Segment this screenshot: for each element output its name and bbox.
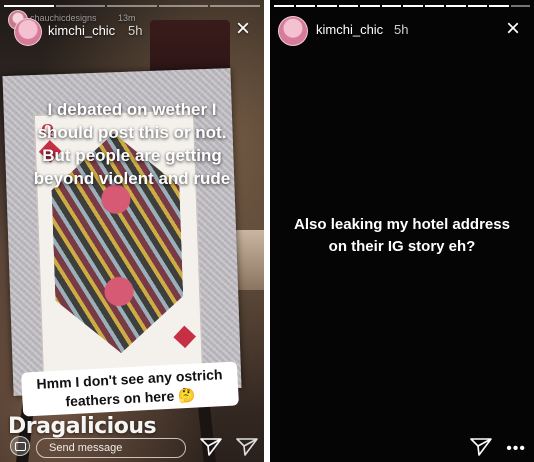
progress-segment [360, 5, 380, 7]
progress-segment [381, 5, 401, 7]
story-time-ago: 5h [128, 23, 143, 38]
camera-icon[interactable] [10, 436, 30, 456]
progress-segment [424, 5, 444, 7]
caption-line: But people are getting [42, 146, 222, 165]
avatar[interactable] [14, 18, 42, 46]
progress-segment [55, 5, 106, 7]
story-header: chauchicdesigns 13m kimchi_chic 5h × [8, 10, 256, 46]
progress-segment [467, 5, 487, 7]
close-icon[interactable]: × [504, 17, 522, 41]
progress-segment [158, 5, 209, 7]
more-icon[interactable]: ••• [506, 441, 526, 457]
progress-segment [489, 5, 509, 7]
send-icon[interactable] [236, 438, 258, 456]
story-right[interactable]: kimchi_chic 5h × Also leaking my hotel a… [270, 0, 534, 462]
shared-story-username[interactable]: chauchicdesigns [30, 13, 97, 23]
progress-segment [4, 5, 54, 7]
story-text: Also leaking my hotel address on their I… [270, 214, 534, 258]
progress-segment [446, 5, 466, 7]
progress-segment [338, 5, 358, 7]
progress-segment [210, 5, 260, 7]
close-icon[interactable]: × [234, 17, 252, 41]
send-icon[interactable] [200, 438, 222, 456]
story-username[interactable]: kimchi_chic [316, 22, 383, 37]
avatar[interactable] [278, 16, 308, 46]
caption-line: should post this or not. [37, 123, 227, 142]
progress-segment [403, 5, 423, 7]
story-progress-bar [274, 5, 530, 7]
story-header: kimchi_chic 5h × [278, 12, 526, 46]
story-progress-bar [4, 5, 260, 7]
progress-segment [317, 5, 337, 7]
caption-line: beyond violent and rude [33, 169, 231, 188]
progress-segment [510, 5, 530, 7]
shared-story-time: 13m [118, 13, 136, 23]
story-footer [0, 432, 264, 462]
send-icon[interactable] [470, 438, 492, 456]
send-message-input[interactable] [36, 438, 186, 458]
story-left[interactable]: Q chauchicdesigns 13m kimchi_chic 5h × I… [0, 0, 264, 462]
story-username[interactable]: kimchi_chic [48, 23, 115, 38]
story-footer: ••• [270, 432, 534, 462]
progress-segment [274, 5, 294, 7]
heart-icon [173, 325, 197, 349]
story-text-line: Also leaking my hotel address [294, 216, 510, 233]
progress-segment [295, 5, 315, 7]
caption-line: I debated on wether I [47, 100, 217, 119]
story-text-line: on their IG story eh? [328, 238, 476, 255]
progress-segment [107, 5, 157, 7]
story-time-ago: 5h [394, 22, 409, 37]
story-caption: I debated on wether I should post this o… [12, 98, 252, 190]
